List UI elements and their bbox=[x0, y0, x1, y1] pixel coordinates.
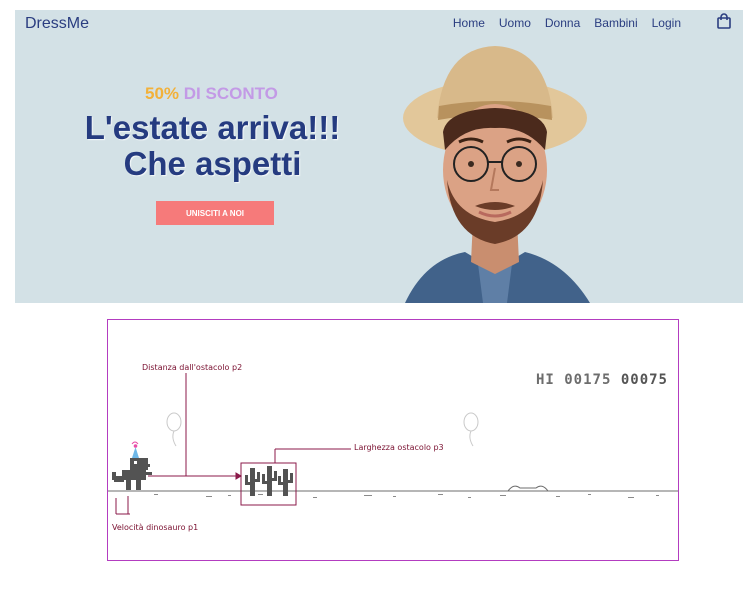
nav-home[interactable]: Home bbox=[453, 16, 485, 30]
ground-bump bbox=[507, 485, 549, 492]
cactus-icon bbox=[278, 469, 293, 496]
model-portrait bbox=[403, 46, 590, 303]
nav-bambini[interactable]: Bambini bbox=[594, 16, 637, 30]
dinosaur-icon bbox=[112, 458, 152, 490]
headline-line-2: Che aspetti bbox=[123, 145, 302, 182]
current-score: 00075 bbox=[620, 372, 668, 388]
ground-specks bbox=[154, 494, 659, 498]
annotation-lines bbox=[115, 373, 351, 515]
dino-game-diagram: Distanza dall'ostacolo p2 Larghezza osta… bbox=[107, 319, 679, 561]
brand-logo[interactable]: DressMe bbox=[25, 15, 89, 33]
balloon-icon bbox=[166, 412, 182, 447]
distance-label: Distanza dall'ostacolo p2 bbox=[142, 363, 243, 372]
headline-line-1: L'estate arriva!!! bbox=[84, 109, 341, 146]
hi-label: HI bbox=[535, 372, 555, 388]
obstacle-width-label: Larghezza ostacolo p3 bbox=[354, 443, 444, 452]
party-hat-icon bbox=[131, 441, 139, 458]
dino-speed-label: Velocità dinosauro p1 bbox=[112, 523, 199, 532]
hero-headline: L'estate arriva!!! Che aspetti bbox=[40, 110, 385, 182]
score-display: HI 00175 00075 bbox=[536, 372, 668, 388]
join-button[interactable]: UNISCITI A NOI bbox=[156, 201, 274, 225]
balloon-icon bbox=[463, 412, 479, 447]
hero-banner: DressMe Home Uomo Donna Bambini Login 50… bbox=[15, 10, 743, 303]
promo-label: DI SCONTO bbox=[183, 84, 278, 103]
nav-donna[interactable]: Donna bbox=[545, 16, 580, 30]
promo-percent: 50% bbox=[145, 84, 180, 103]
shopping-bag-icon[interactable] bbox=[716, 13, 732, 29]
promo-text: 50% DI SCONTO bbox=[145, 84, 278, 104]
cactus-icon bbox=[245, 468, 260, 496]
nav-login[interactable]: Login bbox=[652, 16, 681, 30]
hi-score: 00175 bbox=[564, 372, 612, 388]
top-nav: Home Uomo Donna Bambini Login bbox=[453, 16, 681, 30]
nav-uomo[interactable]: Uomo bbox=[499, 16, 531, 30]
